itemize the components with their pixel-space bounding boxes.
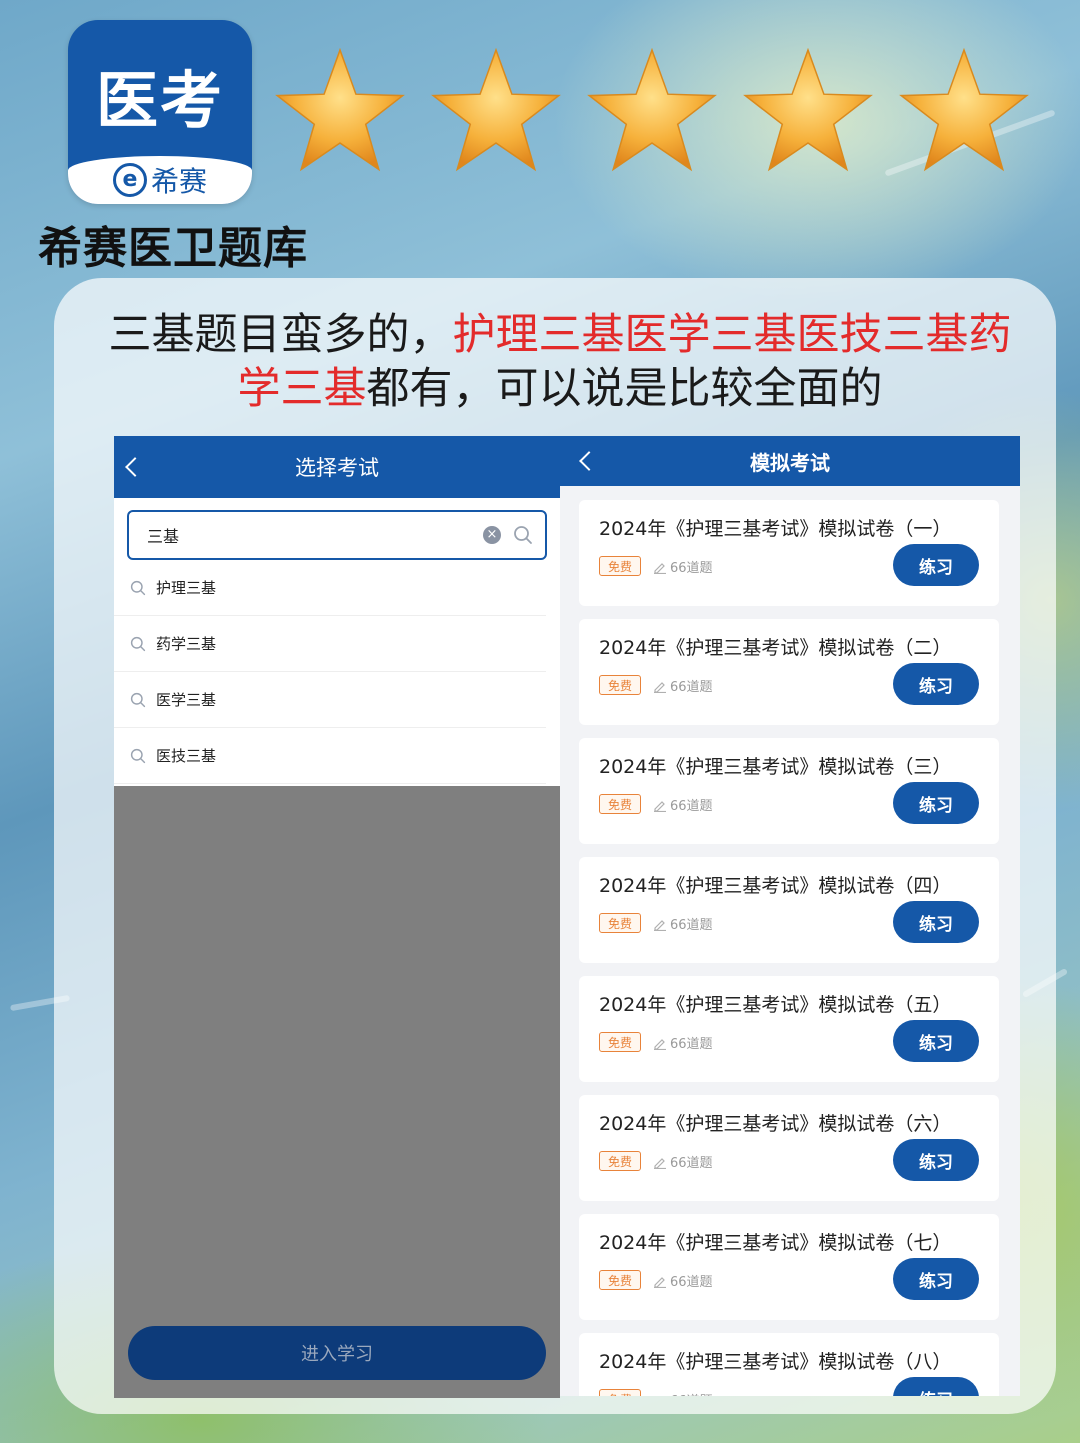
practice-button[interactable]: 练习 [893,782,979,824]
app-name: 希赛医卫题库 [38,223,308,274]
enter-study-button[interactable]: 进入学习 [128,1326,546,1380]
star-icon [743,48,873,172]
question-count-label: 66道题 [670,799,713,814]
question-count-label: 66道题 [670,680,713,695]
back-icon[interactable] [579,451,599,471]
question-count-label: 66道题 [670,1156,713,1171]
edit-icon [654,1276,666,1288]
exam-card[interactable]: 2024年《护理三基考试》模拟试卷（四） 免费 66道题 练习 [579,857,999,963]
practice-button[interactable]: 练习 [893,1377,979,1396]
logo-e-icon: e [112,163,147,197]
exam-card[interactable]: 2024年《护理三基考试》模拟试卷（五） 免费 66道题 练习 [579,976,999,1082]
exam-card[interactable]: 2024年《护理三基考试》模拟试卷（七） 免费 66道题 练习 [579,1214,999,1320]
free-badge: 免费 [599,675,641,695]
exam-title: 2024年《护理三基考试》模拟试卷（八） [599,1351,952,1373]
exam-card[interactable]: 2024年《护理三基考试》模拟试卷（八） 免费 66道题 练习 [579,1333,999,1396]
nav-bar: 模拟考试 [560,436,1020,486]
exam-card[interactable]: 2024年《护理三基考试》模拟试卷（三） 免费 66道题 练习 [579,738,999,844]
suggestion-item[interactable]: 医学三基 [114,672,546,728]
nav-title: 模拟考试 [750,450,830,475]
suggestion-item[interactable]: 药学三基 [114,616,546,672]
exam-title: 2024年《护理三基考试》模拟试卷（一） [599,518,952,540]
free-badge: 免费 [599,1032,641,1052]
star-icon [899,48,1029,172]
suggestion-item[interactable]: 医技三基 [114,728,546,784]
search-icon[interactable] [513,525,533,545]
search-icon [130,748,146,763]
back-icon[interactable] [125,457,145,477]
star-icon [587,48,717,172]
suggestion-label: 医技三基 [156,747,217,765]
question-count: 66道题 [653,914,713,933]
practice-button[interactable]: 练习 [893,901,979,943]
mock-exam-screen: 模拟考试 2024年《护理三基考试》模拟试卷（一） 免费 66道题 练习 2024年《护… [560,436,1020,1396]
dim-overlay [114,786,560,1398]
logo-footer: e 希赛 [68,156,252,204]
question-count: 66道题 [653,795,713,814]
edit-icon [654,681,666,693]
search-input[interactable]: 三基 × [127,510,547,560]
practice-button[interactable]: 练习 [893,544,979,586]
suggestion-list: 护理三基药学三基医学三基医技三基 [114,560,560,784]
logo-subtitle: 希赛 [150,165,207,198]
question-count-label: 66道题 [670,1037,713,1052]
nav-title: 选择考试 [295,456,379,480]
exam-title: 2024年《护理三基考试》模拟试卷（四） [599,875,952,897]
practice-button[interactable]: 练习 [893,1020,979,1062]
edit-icon [654,1038,666,1050]
search-icon [130,636,146,651]
search-icon [130,580,146,595]
question-count: 66道题 [653,1271,713,1290]
suggestion-label: 护理三基 [156,579,217,597]
free-badge: 免费 [599,556,641,576]
suggestion-item[interactable]: 护理三基 [114,560,546,616]
headline-text: 三基题目蛮多的， [108,310,453,360]
clear-icon[interactable]: × [483,526,501,544]
search-value: 三基 [147,527,180,546]
practice-button[interactable]: 练习 [893,1139,979,1181]
suggestion-label: 药学三基 [156,635,217,653]
app-logo: 医考 e 希赛 [68,20,252,204]
edit-icon [661,1395,663,1396]
free-badge: 免费 [599,794,641,814]
search-icon [130,692,146,707]
question-count-label: 66道题 [670,561,713,576]
star-icon [431,48,561,172]
headline: 三基题目蛮多的，护理三基医学三基医技三基药学三基都有，可以说是比较全面的 [100,308,1020,416]
rating-stars [275,48,1029,172]
exam-title: 2024年《护理三基考试》模拟试卷（三） [599,756,952,778]
free-badge: 免费 [599,913,641,933]
edit-icon [654,800,666,812]
exam-title: 2024年《护理三基考试》模拟试卷（六） [599,1113,952,1135]
headline-text-end: 都有，可以说是比较全面的 [366,364,883,414]
suggestion-label: 医学三基 [156,691,217,709]
free-badge: 免费 [599,1151,641,1171]
question-count: 66道题 [653,557,713,576]
question-count-label: 66道题 [670,918,713,933]
question-count-label: 66道题 [670,1275,713,1290]
free-badge: 免费 [599,1389,641,1396]
question-count: 66道题 [653,676,713,695]
practice-button[interactable]: 练习 [893,1258,979,1300]
exam-title: 2024年《护理三基考试》模拟试卷（七） [599,1232,952,1254]
edit-icon [654,919,666,931]
exam-card[interactable]: 2024年《护理三基考试》模拟试卷（二） 免费 66道题 练习 [579,619,999,725]
exam-title: 2024年《护理三基考试》模拟试卷（二） [599,637,952,659]
select-exam-screen: 选择考试 三基 × 护理三基药学三基医学三基医技三基 进入学习 [114,436,560,1398]
question-count-label: 66道题 [670,1390,713,1396]
practice-button[interactable]: 练习 [893,663,979,705]
nav-bar: 选择考试 [114,436,560,498]
edit-icon [654,1157,666,1169]
question-count: 66道题 [653,1033,713,1052]
exam-list: 2024年《护理三基考试》模拟试卷（一） 免费 66道题 练习 2024年《护理三基考试… [579,500,999,1396]
free-badge: 免费 [599,1270,641,1290]
question-count: 66道题 [653,1152,713,1171]
question-count: 66道题 [653,1390,713,1396]
edit-icon [654,562,666,574]
logo-title: 医考 [95,64,224,137]
star-icon [275,48,405,172]
exam-title: 2024年《护理三基考试》模拟试卷（五） [599,994,952,1016]
exam-card[interactable]: 2024年《护理三基考试》模拟试卷（六） 免费 66道题 练习 [579,1095,999,1201]
exam-card[interactable]: 2024年《护理三基考试》模拟试卷（一） 免费 66道题 练习 [579,500,999,606]
